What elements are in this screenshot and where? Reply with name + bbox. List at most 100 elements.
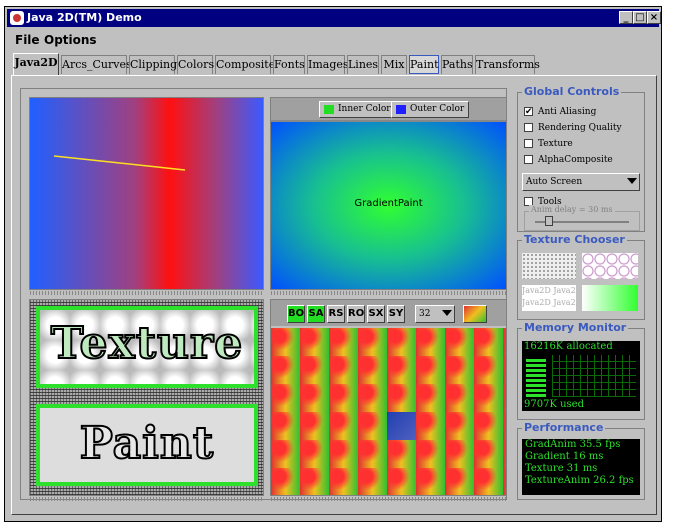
checker-anim-panel: BO SA RS RO SX SY 32 <box>270 299 507 501</box>
inner-color-button[interactable]: Inner Color <box>319 101 396 118</box>
gradient-line <box>53 155 186 171</box>
texture-swatch-dots[interactable] <box>522 253 576 279</box>
panel-resize-strip <box>30 497 263 501</box>
size-select[interactable]: 32 <box>415 305 455 323</box>
inner-color-swatch <box>324 105 334 114</box>
chevron-down-icon <box>442 310 452 316</box>
window-title: Java 2D(TM) Demo <box>27 11 142 24</box>
gradient-toolbar: Inner Color Outer Color <box>271 98 506 120</box>
checker-canvas[interactable] <box>271 328 506 495</box>
gradient-paint-panel: Inner Color Outer Color GradientPaint <box>270 97 507 295</box>
checkbox-icon <box>524 123 533 132</box>
panel-resize-strip <box>271 497 506 501</box>
tab-arcs-curves[interactable]: Arcs_Curves <box>61 55 132 74</box>
memory-monitor-title: Memory Monitor <box>522 321 629 334</box>
tab-paint[interactable]: Paint <box>409 55 439 74</box>
outer-color-swatch <box>396 105 406 114</box>
panel-resize-strip <box>271 291 506 295</box>
memory-monitor-display[interactable]: 16216K allocated 9707K used <box>522 341 640 411</box>
texture-sample-text-2: Java2D Java2 <box>522 298 576 307</box>
texture-label: Texture <box>538 139 573 149</box>
tab-composite[interactable]: Composite <box>215 55 275 74</box>
checkbox-icon <box>524 139 533 148</box>
menu-bar: File Options <box>7 29 659 49</box>
toggle-ro-button[interactable]: RO <box>347 305 365 323</box>
alpha-composite-label: AlphaComposite <box>538 155 613 165</box>
anim-delay-label: Anim delay = 30 ms <box>529 205 615 214</box>
tab-paths[interactable]: Paths <box>441 55 473 74</box>
rendering-quality-checkbox[interactable]: Rendering Quality <box>524 123 622 134</box>
perf-line: Texture 31 ms <box>525 463 598 474</box>
texture-paint-panel[interactable]: Texture Paint <box>29 299 264 501</box>
paint-word-frame: Paint <box>36 404 258 486</box>
tab-mix[interactable]: Mix <box>381 55 407 74</box>
perf-line: TextureAnim 26.2 fps <box>525 475 634 486</box>
java-app-icon <box>10 11 24 25</box>
menu-file[interactable]: File <box>15 33 40 47</box>
close-button[interactable]: × <box>647 11 661 24</box>
texture-swatch-text[interactable]: Java2D Java2 Java2D Java2 <box>522 285 576 311</box>
toggle-sx-button[interactable]: SX <box>367 305 385 323</box>
performance-group: Performance GradAnim 35.5 fps Gradient 1… <box>517 421 645 500</box>
slider-thumb[interactable] <box>545 216 553 226</box>
tab-colors[interactable]: Colors <box>177 55 214 74</box>
gradient-canvas[interactable]: GradientPaint <box>271 122 506 289</box>
texture-chooser-group: Texture Chooser Java2D Java2 Java2D Java2 <box>517 233 645 320</box>
tab-transforms[interactable]: Transforms <box>475 55 540 74</box>
tab-strip: Java2D Arcs_Curves Clipping Colors Compo… <box>9 53 659 75</box>
tab-lines[interactable]: Lines <box>347 55 379 74</box>
texture-swatch-circles[interactable] <box>582 253 638 279</box>
size-value: 32 <box>419 309 431 319</box>
gradient-anim-panel[interactable] <box>29 97 264 295</box>
perf-line: GradAnim 35.5 fps <box>525 439 621 450</box>
title-bar[interactable]: Java 2D(TM) Demo _ □ × <box>7 9 661 27</box>
gradient-center-text: GradientPaint <box>354 198 423 209</box>
toggle-sy-button[interactable]: SY <box>387 305 405 323</box>
tab-fonts[interactable]: Fonts <box>273 55 305 74</box>
anim-delay-slider[interactable]: Anim delay = 30 ms <box>524 205 640 231</box>
panel-resize-strip <box>30 291 263 295</box>
texture-checkbox[interactable]: Texture <box>524 139 573 150</box>
checker-highlight-cell <box>387 412 416 440</box>
toggle-bo-button[interactable]: BO <box>287 305 305 323</box>
minimize-button[interactable]: _ <box>619 11 633 24</box>
paint-word: Paint <box>79 417 215 470</box>
performance-title: Performance <box>522 421 606 434</box>
texture-word-frame: Texture <box>36 306 258 388</box>
alpha-composite-checkbox[interactable]: AlphaComposite <box>524 155 613 166</box>
chevron-down-icon <box>627 178 637 184</box>
memory-allocated: 16216K allocated <box>524 341 613 352</box>
menu-options[interactable]: Options <box>44 33 97 47</box>
rendering-quality-label: Rendering Quality <box>538 123 622 133</box>
toggle-sa-button[interactable]: SA <box>307 305 325 323</box>
check-icon: ✔ <box>524 107 533 117</box>
tab-clipping[interactable]: Clipping <box>129 55 177 74</box>
maximize-button[interactable]: □ <box>633 11 647 24</box>
performance-display: GradAnim 35.5 fps Gradient 16 ms Texture… <box>522 439 640 495</box>
outer-color-label: Outer Color <box>410 104 465 114</box>
screen-select[interactable]: Auto Screen <box>522 173 640 191</box>
texture-word: Texture <box>50 317 244 370</box>
outer-color-button[interactable]: Outer Color <box>391 101 470 118</box>
checker-toolbar: BO SA RS RO SX SY 32 <box>271 300 506 326</box>
tab-images[interactable]: Images <box>307 55 349 74</box>
texture-chooser-title: Texture Chooser <box>522 233 627 246</box>
anti-aliasing-checkbox[interactable]: ✔ Anti Aliasing <box>524 107 596 118</box>
memory-bar <box>526 357 546 397</box>
toggle-rs-button[interactable]: RS <box>327 305 345 323</box>
main-window: Java 2D(TM) Demo _ □ × File Options Java… <box>4 6 662 522</box>
demo-area: Inner Color Outer Color GradientPaint Te… <box>20 88 507 501</box>
texture-sample-text-1: Java2D Java2 <box>522 286 576 295</box>
screen-select-value: Auto Screen <box>526 177 583 187</box>
tab-content: Inner Color Outer Color GradientPaint Te… <box>11 75 657 515</box>
global-controls-group: Global Controls ✔ Anti Aliasing Rendering… <box>517 85 645 232</box>
memory-graph <box>552 355 636 397</box>
global-controls-title: Global Controls <box>522 85 622 98</box>
inner-color-label: Inner Color <box>338 104 391 114</box>
paint-color-button[interactable] <box>463 305 487 323</box>
memory-monitor-group: Memory Monitor 16216K allocated 9707K us… <box>517 321 645 420</box>
tab-java2d[interactable]: Java2D <box>13 53 59 75</box>
anti-aliasing-label: Anti Aliasing <box>538 107 597 117</box>
texture-swatch-gradient[interactable] <box>582 285 638 311</box>
checkbox-icon <box>524 155 533 164</box>
